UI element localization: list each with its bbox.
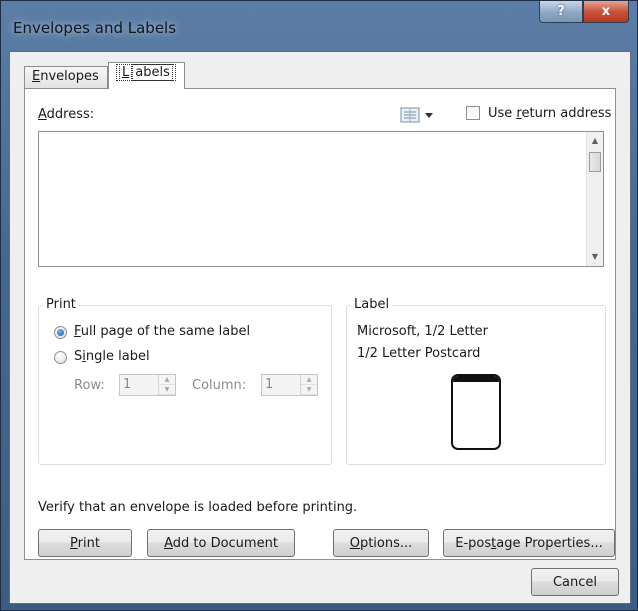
scroll-up-icon[interactable]: ▲: [587, 133, 603, 149]
tab-labels-mnemonic: L: [119, 64, 133, 81]
spin-up-icon[interactable]: ▲: [159, 375, 175, 385]
row-label: Row:: [74, 378, 105, 393]
options-button[interactable]: Options...: [333, 529, 429, 557]
title-bar[interactable]: Envelopes and Labels ? x: [1, 1, 637, 51]
row-value: 1: [123, 377, 132, 392]
dialog-window: Envelopes and Labels ? x Envelopes Label…: [0, 0, 638, 611]
row-spinner[interactable]: 1 ▲ ▼: [119, 374, 176, 396]
spin-up-icon[interactable]: ▲: [301, 375, 317, 385]
full-page-radio[interactable]: [54, 326, 67, 339]
full-page-label[interactable]: Full page of the same label: [74, 324, 250, 339]
single-label-label[interactable]: Single label: [74, 349, 150, 364]
labels-tab-page: Address: Use return address ▲ ▼ Print Fu…: [24, 88, 616, 560]
tab-labels[interactable]: Labels: [108, 62, 185, 89]
print-group-legend: Print: [43, 297, 79, 312]
scroll-down-icon[interactable]: ▼: [587, 249, 603, 265]
label-preview-bar: [453, 376, 499, 382]
cancel-button[interactable]: Cancel: [531, 568, 619, 596]
tab-envelopes-label: Envelopes: [32, 69, 99, 84]
use-return-address-label: Use return address: [488, 106, 612, 121]
address-scrollbar[interactable]: ▲ ▼: [586, 132, 603, 266]
column-spinner-buttons[interactable]: ▲ ▼: [300, 375, 317, 395]
tab-labels-label: Labels: [116, 64, 176, 81]
tab-envelopes[interactable]: Envelopes: [24, 66, 108, 88]
help-icon: ?: [557, 4, 565, 19]
label-vendor: Microsoft, 1/2 Letter: [357, 324, 489, 339]
single-label-radio[interactable]: [54, 351, 67, 364]
scroll-thumb[interactable]: [589, 152, 601, 172]
spin-down-icon[interactable]: ▼: [301, 385, 317, 395]
column-value: 1: [265, 377, 274, 392]
label-product: 1/2 Letter Postcard: [357, 346, 481, 361]
column-spinner[interactable]: 1 ▲ ▼: [261, 374, 318, 396]
row-spinner-buttons[interactable]: ▲ ▼: [158, 375, 175, 395]
dialog-client-area: Envelopes Labels Address: Use return add…: [9, 51, 631, 604]
label-group[interactable]: Label Microsoft, 1/2 Letter 1/2 Letter P…: [346, 297, 606, 465]
print-group: Print Full page of the same label Single…: [38, 297, 332, 465]
print-button[interactable]: Print: [38, 529, 132, 557]
address-book-icon[interactable]: [400, 107, 440, 123]
help-button[interactable]: ?: [539, 1, 583, 23]
close-icon: x: [601, 4, 611, 19]
spin-down-icon[interactable]: ▼: [159, 385, 175, 395]
use-return-address-checkbox[interactable]: [466, 106, 480, 120]
window-title: Envelopes and Labels: [13, 19, 177, 37]
epostage-properties-button[interactable]: E-postage Properties...: [443, 529, 615, 557]
address-textbox[interactable]: ▲ ▼: [38, 131, 604, 267]
label-group-legend: Label: [351, 297, 393, 312]
add-to-document-button[interactable]: Add to Document: [147, 529, 295, 557]
close-button[interactable]: x: [583, 1, 629, 23]
column-label: Column:: [192, 378, 247, 393]
address-label: Address:: [38, 107, 95, 122]
verify-message: Verify that an envelope is loaded before…: [38, 500, 358, 515]
label-preview-card[interactable]: [451, 374, 501, 450]
